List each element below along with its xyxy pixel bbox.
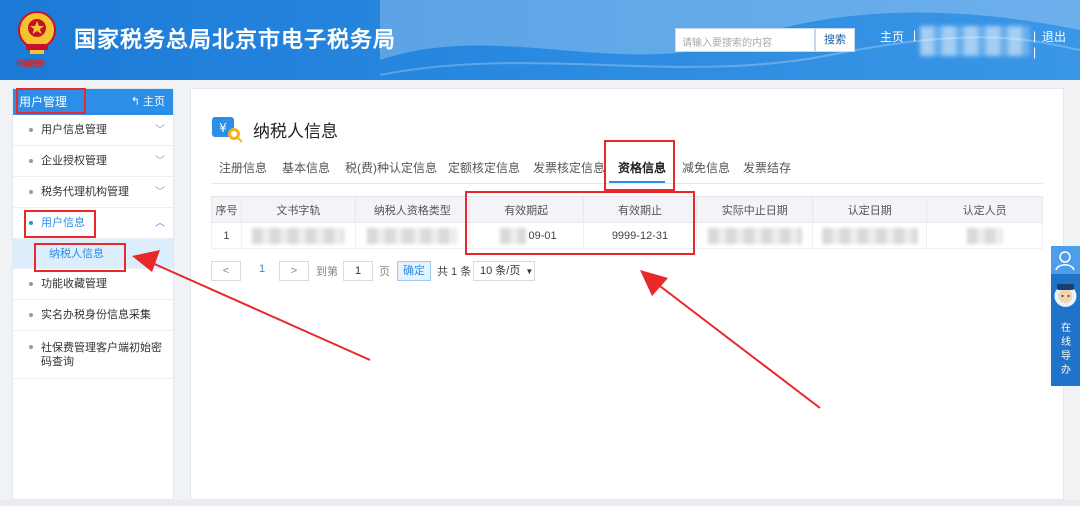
redacted-value bbox=[367, 227, 458, 244]
logout-link[interactable]: 退出 bbox=[1042, 28, 1066, 45]
sidebar-item-favorites[interactable]: 功能收藏管理 bbox=[13, 269, 173, 300]
sidebar-item-realname-collection[interactable]: 实名办税身份信息采集 bbox=[13, 300, 173, 331]
tab-invoice-balance[interactable]: 发票结存 bbox=[743, 159, 791, 176]
tab-invoice-approval[interactable]: 发票核定信息 bbox=[533, 159, 605, 176]
sidebar-item-enterprise-auth[interactable]: 企业授权管理 ﹀ bbox=[13, 146, 173, 177]
cell-approver bbox=[926, 222, 1043, 249]
user-outline-icon bbox=[1055, 251, 1075, 271]
header-separator-2: | | bbox=[1033, 29, 1037, 59]
annotation-box-validity-dates bbox=[465, 191, 695, 255]
taxpayer-info-icon: ¥ bbox=[212, 117, 243, 143]
site-title: 国家税务总局北京市电子税务局 bbox=[74, 28, 397, 53]
annotation-box-qualification-tab bbox=[604, 140, 675, 191]
annotation-box-taxpayer-info bbox=[34, 243, 126, 272]
bullet-icon bbox=[29, 128, 33, 132]
top-header: 中国税务 国家税务总局北京市电子税务局 请输入要搜索的内容 搜索 主页 | | |… bbox=[0, 0, 1080, 80]
col-header-actual-end-date: 实际中止日期 bbox=[696, 196, 814, 223]
bullet-icon bbox=[29, 345, 33, 349]
back-arrow-icon: ↰ bbox=[130, 96, 140, 108]
bullet-icon bbox=[29, 282, 33, 286]
chevron-up-icon: ︿ bbox=[155, 218, 165, 229]
cell-approval-date bbox=[812, 222, 928, 249]
sidebar-item-social-insurance-password[interactable]: 社保费管理客户端初始密码查询 bbox=[13, 331, 173, 379]
float-user-icon-button[interactable] bbox=[1051, 246, 1080, 274]
bullet-icon bbox=[29, 313, 33, 317]
chevron-down-icon: ﹀ bbox=[155, 125, 165, 136]
col-header-qualification-type: 纳税人资格类型 bbox=[354, 196, 470, 223]
sidebar-home-link[interactable]: ↰ 主页 bbox=[131, 89, 165, 115]
bottom-strip bbox=[0, 500, 1080, 506]
col-header-approver: 认定人员 bbox=[926, 196, 1043, 223]
redacted-value bbox=[821, 227, 918, 244]
col-header-doc-number: 文书字轨 bbox=[240, 196, 356, 223]
redacted-value bbox=[252, 227, 345, 244]
search-button[interactable]: 搜索 bbox=[815, 28, 855, 52]
tab-basic[interactable]: 基本信息 bbox=[282, 159, 330, 176]
chevron-down-icon: ﹀ bbox=[155, 156, 165, 167]
next-page-button[interactable]: > bbox=[279, 261, 309, 281]
tab-registration[interactable]: 注册信息 bbox=[219, 159, 267, 176]
redacted-value bbox=[966, 227, 1003, 244]
header-separator: | bbox=[913, 28, 917, 42]
svg-text:¥: ¥ bbox=[219, 121, 227, 135]
cell-actual-end-date bbox=[696, 222, 814, 249]
sidebar-item-tax-agency[interactable]: 税务代理机构管理 ﹀ bbox=[13, 177, 173, 208]
page-size-select[interactable]: 10 条/页 ▼ bbox=[473, 261, 535, 281]
goto-confirm-button[interactable]: 确定 bbox=[397, 261, 431, 281]
goto-label: 到第 bbox=[316, 266, 338, 278]
caret-down-icon: ▼ bbox=[525, 267, 534, 276]
current-page[interactable]: 1 bbox=[259, 263, 265, 275]
redacted-value bbox=[707, 227, 802, 244]
sidebar-item-user-info-mgmt[interactable]: 用户信息管理 ﹀ bbox=[13, 115, 173, 146]
bullet-icon bbox=[29, 190, 33, 194]
tax-officer-avatar-icon bbox=[1054, 284, 1077, 307]
prev-page-button[interactable]: < bbox=[211, 261, 241, 281]
annotation-box-user-mgmt bbox=[16, 88, 86, 114]
header-home-link[interactable]: 主页 bbox=[880, 28, 904, 45]
cell-qualification-type bbox=[354, 222, 470, 249]
annotation-box-user-info bbox=[24, 210, 96, 238]
total-count: 共 1 条 bbox=[437, 266, 472, 278]
sidebar: 用户管理 ↰ 主页 用户信息管理 ﹀ 企业授权管理 ﹀ 税务代理机构管理 ﹀ 用… bbox=[12, 88, 174, 500]
tab-quota[interactable]: 定额核定信息 bbox=[448, 159, 520, 176]
cell-index: 1 bbox=[211, 222, 242, 249]
online-guide-widget[interactable]: 在线导办 bbox=[1051, 274, 1080, 386]
search-input[interactable]: 请输入要搜索的内容 bbox=[675, 28, 815, 52]
emblem-caption: 中国税务 bbox=[16, 58, 45, 68]
bullet-icon bbox=[29, 159, 33, 163]
page-suffix: 页 bbox=[379, 266, 390, 278]
cell-doc-number bbox=[240, 222, 356, 249]
chevron-down-icon: ﹀ bbox=[155, 187, 165, 198]
redacted-username bbox=[920, 26, 1030, 56]
tab-reduction[interactable]: 减免信息 bbox=[682, 159, 730, 176]
goto-page-input[interactable]: 1 bbox=[343, 261, 373, 281]
col-header-approval-date: 认定日期 bbox=[812, 196, 928, 223]
col-header-index: 序号 bbox=[211, 196, 242, 223]
page-title: 纳税人信息 bbox=[253, 122, 338, 141]
online-guide-label: 在线导办 bbox=[1061, 323, 1071, 376]
tab-tax-type[interactable]: 税(费)种认定信息 bbox=[345, 159, 437, 176]
